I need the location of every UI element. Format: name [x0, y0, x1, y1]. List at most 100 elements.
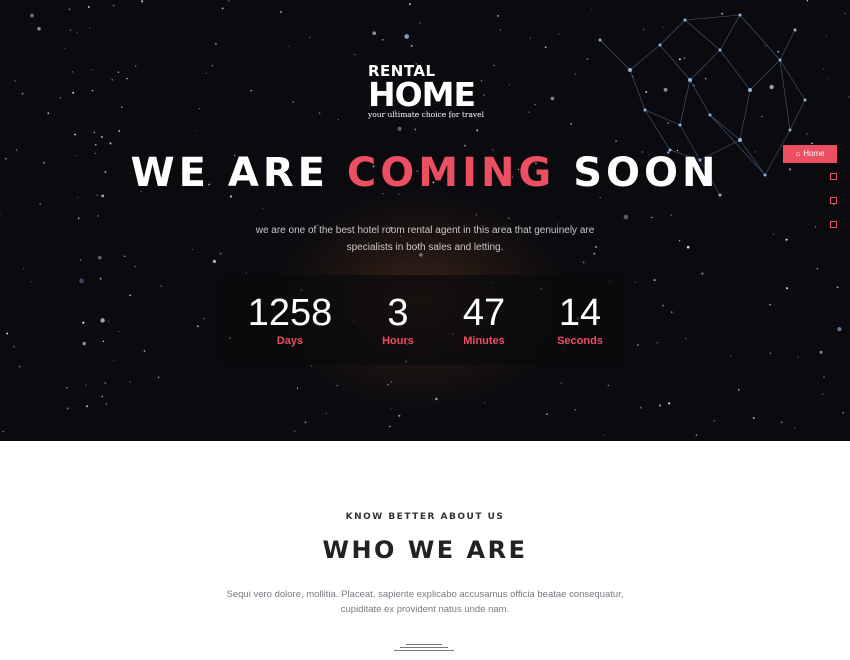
star: [670, 214, 672, 216]
star: [160, 285, 162, 287]
site-logo[interactable]: RENTAL HOME your ultimate choice for tra…: [368, 64, 484, 120]
star: [118, 130, 121, 132]
star: [118, 330, 120, 333]
star: [221, 7, 224, 10]
home-nav-label: Home: [803, 149, 825, 158]
star: [107, 320, 109, 322]
star: [435, 397, 438, 401]
star: [121, 106, 123, 108]
star: [650, 216, 653, 219]
star: [296, 387, 299, 389]
nav-dot-3[interactable]: [830, 221, 837, 228]
star: [822, 68, 825, 70]
star: [546, 413, 548, 416]
countdown-label: Minutes: [463, 335, 505, 347]
star: [794, 427, 796, 429]
star: [30, 13, 34, 18]
star: [196, 325, 199, 328]
star: [134, 265, 137, 268]
star: [82, 341, 86, 346]
star: [637, 344, 639, 346]
star: [785, 238, 788, 241]
star: [198, 107, 201, 110]
star: [653, 279, 656, 282]
star: [397, 126, 402, 131]
star: [102, 340, 105, 343]
countdown-label: Seconds: [557, 335, 603, 347]
star: [844, 12, 846, 15]
star: [310, 365, 312, 367]
star: [203, 317, 205, 320]
star: [89, 27, 91, 29]
star: [98, 255, 102, 260]
star: [113, 359, 115, 361]
star: [86, 405, 88, 408]
about-section: KNOW BETTER ABOUT US WHO WE ARE Sequi ve…: [0, 441, 850, 660]
star: [419, 22, 421, 24]
star: [464, 144, 466, 147]
star: [730, 355, 732, 357]
headline-accent: COMING: [346, 150, 556, 196]
star: [544, 46, 547, 49]
star: [59, 96, 62, 99]
star: [390, 408, 392, 410]
star: [135, 65, 137, 67]
star: [623, 214, 629, 220]
star: [388, 425, 391, 428]
star: [64, 47, 66, 49]
star: [111, 78, 114, 81]
star: [499, 29, 502, 31]
section-divider: [394, 644, 454, 654]
star: [37, 27, 41, 31]
star: [752, 417, 755, 420]
star: [826, 36, 828, 38]
nav-dot-1[interactable]: [830, 173, 837, 180]
star: [639, 406, 642, 409]
star: [656, 342, 659, 344]
star: [529, 37, 531, 39]
star: [534, 103, 537, 106]
countdown-value: 1258: [247, 292, 333, 334]
star: [686, 245, 690, 249]
star: [475, 214, 477, 216]
star: [123, 255, 126, 258]
star: [68, 8, 71, 11]
star: [90, 69, 93, 71]
star: [819, 350, 823, 354]
star: [574, 408, 577, 411]
star: [497, 14, 499, 17]
star: [586, 58, 589, 60]
star: [372, 31, 377, 36]
star: [483, 402, 486, 404]
star: [192, 248, 194, 250]
star: [738, 389, 740, 391]
star: [72, 91, 75, 94]
star: [143, 350, 146, 352]
about-title: WHO WE ARE: [322, 536, 528, 564]
star: [827, 77, 829, 79]
countdown-value: 3: [387, 292, 409, 334]
countdown-value: 47: [462, 292, 506, 334]
star: [634, 281, 636, 283]
star: [100, 135, 103, 139]
star: [77, 196, 79, 198]
star: [684, 337, 687, 340]
star: [847, 96, 850, 98]
star: [18, 365, 21, 368]
star: [112, 4, 115, 7]
star: [304, 421, 307, 424]
countdown-value: 14: [558, 292, 602, 334]
star: [66, 386, 68, 389]
countdown-hours: 3 Hours: [348, 293, 448, 349]
star: [493, 64, 495, 67]
star: [93, 131, 96, 134]
star: [797, 356, 799, 359]
star: [695, 434, 698, 436]
star: [325, 412, 328, 415]
star: [318, 112, 321, 114]
star: [292, 101, 295, 103]
nav-dot-2[interactable]: [830, 197, 837, 204]
star: [157, 376, 160, 379]
home-nav-button[interactable]: ⌂ Home: [783, 145, 837, 163]
headline-part2: SOON: [555, 150, 720, 196]
